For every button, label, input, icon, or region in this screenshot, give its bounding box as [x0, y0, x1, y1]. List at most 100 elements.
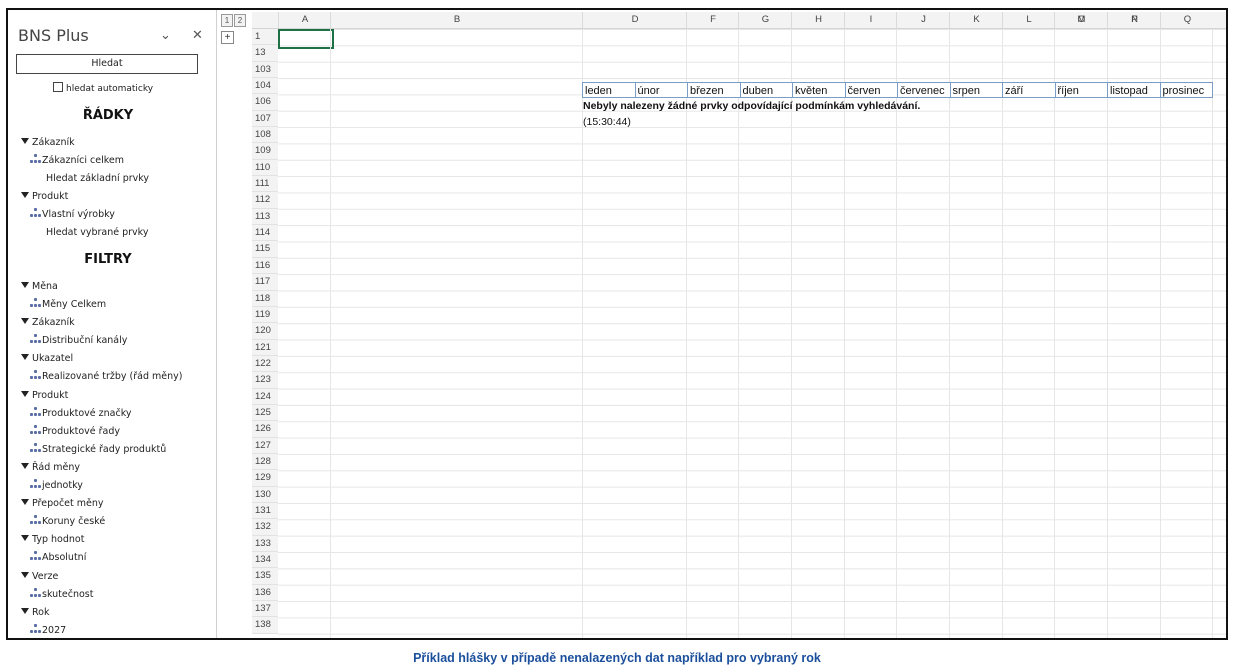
row-header[interactable]: 109 [252, 143, 278, 160]
row-header[interactable]: 120 [252, 323, 278, 340]
tree-group[interactable]: Zákazník [18, 314, 213, 332]
row-header[interactable]: 117 [252, 274, 278, 291]
column-header[interactable]: Q [1160, 12, 1214, 28]
row-header[interactable]: 116 [252, 257, 278, 275]
row-header[interactable]: 134 [252, 552, 278, 569]
outline-level-2-button[interactable]: 2 [234, 14, 246, 27]
expand-triangle-icon[interactable] [21, 462, 29, 469]
row-header[interactable]: 127 [252, 437, 278, 454]
expand-triangle-icon[interactable] [21, 138, 29, 144]
expand-triangle-icon[interactable] [21, 499, 29, 506]
row-header[interactable]: 108 [252, 127, 278, 144]
row-header[interactable]: 128 [252, 453, 278, 471]
row-header[interactable]: 115 [252, 241, 278, 258]
column-header[interactable]: I [844, 12, 897, 28]
row-header[interactable]: 106 [252, 94, 278, 111]
row-header[interactable]: 135 [252, 568, 278, 585]
row-header[interactable]: 124 [252, 388, 278, 405]
row-header[interactable]: 121 [252, 339, 278, 356]
tree-hierarchy-item[interactable]: Zákazníci celkem [18, 152, 213, 170]
tree-hierarchy-item[interactable]: skutečnost [18, 586, 213, 604]
month-cell[interactable]: březen [687, 82, 741, 98]
month-cell[interactable]: prosinec [1159, 82, 1213, 98]
row-header[interactable]: 110 [252, 159, 278, 177]
tree-hierarchy-item[interactable]: Strategické řady produktů [18, 441, 213, 459]
row-header[interactable]: 132 [252, 519, 278, 536]
row-header[interactable]: 137 [252, 601, 278, 618]
tree-group[interactable]: Řád měny [18, 459, 213, 477]
outline-expand-button[interactable]: + [221, 31, 234, 44]
tree-hierarchy-item[interactable]: Vlastní výrobky [18, 206, 213, 224]
column-header[interactable]: A [278, 12, 331, 28]
expand-triangle-icon[interactable] [21, 354, 29, 361]
tree-group[interactable]: Ukazatel [18, 350, 213, 368]
row-header[interactable]: 136 [252, 584, 278, 602]
row-header[interactable]: 112 [252, 192, 278, 209]
expand-triangle-icon[interactable] [21, 318, 29, 325]
tree-group[interactable]: Zákazník [18, 134, 213, 152]
outline-level-1-button[interactable]: 1 [221, 14, 233, 27]
tree-hierarchy-item[interactable]: Produktové řady [18, 423, 213, 441]
month-cell[interactable]: červen [844, 82, 898, 98]
selected-cell-A1[interactable] [278, 29, 334, 49]
close-icon[interactable]: ✕ [192, 28, 203, 43]
column-header[interactable]: H [791, 12, 845, 28]
tree-hierarchy-item[interactable]: 2027 [18, 622, 213, 638]
expand-triangle-icon[interactable] [21, 282, 29, 288]
tree-hierarchy-item[interactable]: Produktové značky [18, 405, 213, 423]
column-header[interactable]: G [738, 12, 792, 28]
row-header[interactable]: 126 [252, 421, 278, 438]
row-header[interactable]: 103 [252, 61, 278, 79]
search-button[interactable]: Hledat [16, 54, 198, 74]
tree-group[interactable]: Rok [18, 604, 213, 622]
tree-hierarchy-item[interactable]: Realizované tržby (řád měny) [18, 368, 213, 386]
cell-grid[interactable] [278, 29, 1226, 638]
tree-hierarchy-item[interactable]: Koruny české [18, 513, 213, 531]
row-header[interactable]: 125 [252, 404, 278, 422]
month-cell[interactable]: srpen [949, 82, 1003, 98]
row-header[interactable]: 113 [252, 208, 278, 226]
row-header[interactable]: 130 [252, 486, 278, 503]
month-cell[interactable]: květen [792, 82, 846, 98]
row-header[interactable]: 122 [252, 355, 278, 373]
month-cell[interactable]: listopad [1107, 82, 1161, 98]
row-header[interactable]: 129 [252, 470, 278, 487]
auto-search-toggle[interactable]: hledat automaticky [53, 82, 153, 94]
tree-search-item[interactable]: Hledat základní prvky [18, 170, 213, 188]
tree-group[interactable]: Produkt [18, 188, 213, 206]
expand-triangle-icon[interactable] [21, 192, 29, 199]
tree-group[interactable]: Typ hodnot [18, 531, 213, 549]
row-header[interactable]: 119 [252, 306, 278, 324]
column-header[interactable]: P [1107, 12, 1161, 28]
column-header[interactable]: L [1002, 12, 1055, 28]
month-cell[interactable]: leden [582, 82, 636, 98]
column-header[interactable]: F [686, 12, 739, 28]
row-header[interactable]: 111 [252, 176, 278, 193]
tree-search-item[interactable]: Hledat vybrané prvky [18, 224, 213, 242]
chevron-down-icon[interactable]: ⌄ [160, 28, 171, 43]
column-header[interactable]: J [896, 12, 950, 28]
month-cell[interactable]: duben [739, 82, 793, 98]
row-header[interactable]: 123 [252, 372, 278, 389]
expand-triangle-icon[interactable] [21, 390, 29, 397]
tree-group[interactable]: Produkt [18, 387, 213, 405]
month-cell[interactable]: září [1002, 82, 1056, 98]
month-cell[interactable]: říjen [1054, 82, 1108, 98]
expand-triangle-icon[interactable] [21, 571, 29, 578]
tree-hierarchy-item[interactable]: jednotky [18, 477, 213, 495]
month-cell[interactable]: červenec [897, 82, 951, 98]
column-header[interactable]: B [330, 12, 583, 28]
tree-group[interactable]: Měna [18, 278, 213, 296]
column-header[interactable]: D [582, 12, 687, 28]
row-header[interactable]: 114 [252, 225, 278, 242]
expand-triangle-icon[interactable] [21, 607, 29, 614]
expand-triangle-icon[interactable] [21, 535, 29, 542]
column-header[interactable]: O [1054, 12, 1108, 28]
auto-search-checkbox[interactable] [53, 82, 63, 92]
tree-hierarchy-item[interactable]: Absolutní [18, 549, 213, 567]
tree-group[interactable]: Verze [18, 568, 213, 586]
row-header[interactable]: 1 [252, 29, 278, 46]
tree-hierarchy-item[interactable]: Distribuční kanály [18, 332, 213, 350]
row-header[interactable]: 118 [252, 290, 278, 307]
row-header[interactable]: 104 [252, 78, 278, 95]
